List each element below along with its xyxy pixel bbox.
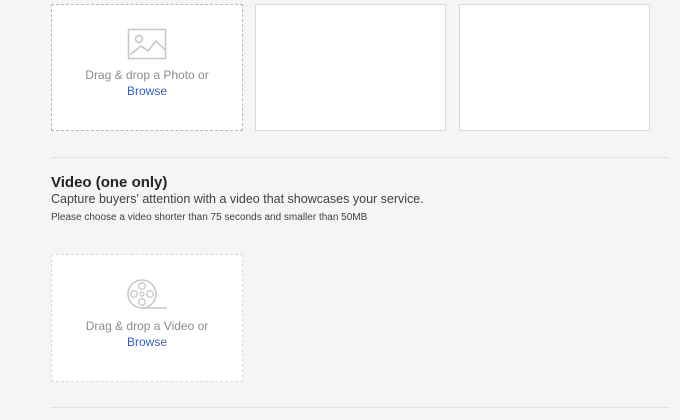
film-reel-icon bbox=[52, 278, 242, 312]
photo-slot-2[interactable] bbox=[255, 4, 446, 131]
photo-dropzone[interactable]: Drag & drop a Photo or Browse bbox=[51, 4, 243, 131]
video-section-subtitle: Capture buyers' attention with a video t… bbox=[51, 192, 424, 206]
photo-slot-3[interactable] bbox=[459, 4, 650, 131]
photo-browse-link[interactable]: Browse bbox=[52, 83, 242, 99]
video-size-note: Please choose a video shorter than 75 se… bbox=[51, 212, 368, 223]
photo-drop-text: Drag & drop a Photo or bbox=[85, 68, 209, 82]
image-icon bbox=[52, 28, 242, 60]
section-divider-bottom bbox=[51, 407, 669, 408]
video-browse-link[interactable]: Browse bbox=[52, 334, 242, 350]
video-section-title: Video (one only) bbox=[51, 174, 168, 191]
video-dropzone[interactable]: Drag & drop a Video or Browse bbox=[51, 254, 243, 382]
video-drop-text: Drag & drop a Video or bbox=[85, 319, 209, 333]
section-divider bbox=[51, 157, 669, 158]
